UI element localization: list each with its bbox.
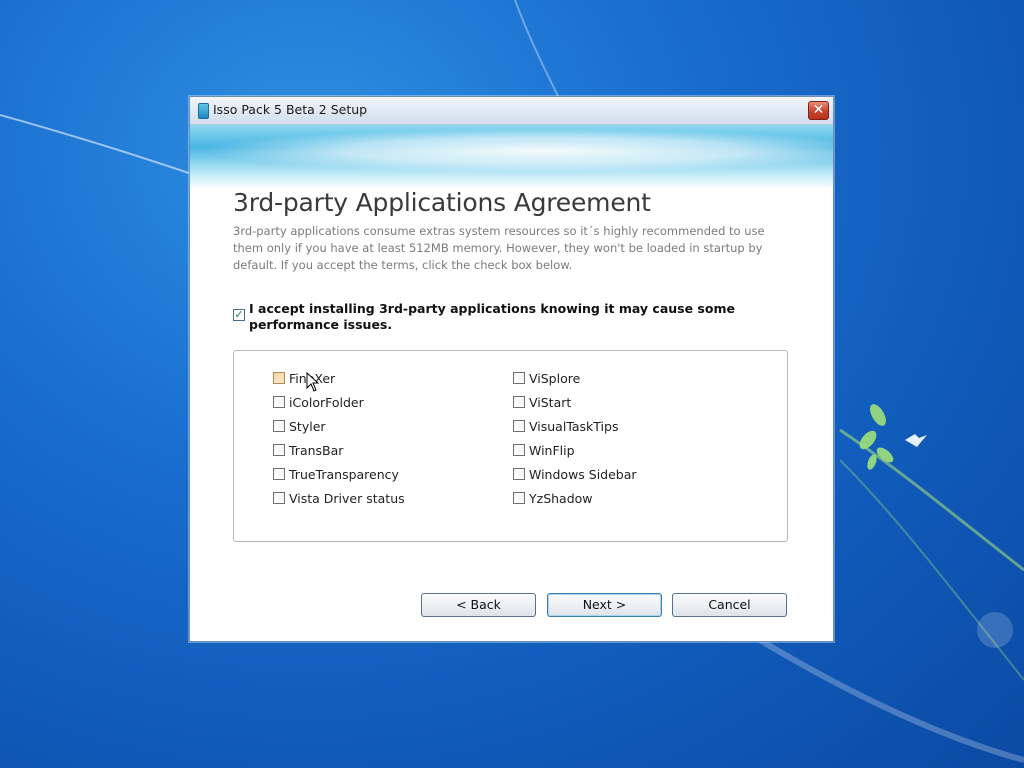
page-title: 3rd-party Applications Agreement (233, 188, 651, 217)
app-label[interactable]: Windows Sidebar (529, 466, 637, 484)
app-label[interactable]: iColorFolder (289, 394, 364, 412)
app-checkbox[interactable] (273, 372, 285, 384)
page-description: 3rd-party applications consume extras sy… (233, 224, 765, 272)
app-checkbox[interactable] (513, 492, 525, 504)
accept-terms-label[interactable]: I accept installing 3rd-party applicatio… (249, 301, 799, 333)
title-bar[interactable]: Isso Pack 5 Beta 2 Setup ✕ (190, 97, 833, 125)
accept-terms-checkbox[interactable]: ✓ (233, 309, 245, 321)
app-checkbox[interactable] (273, 420, 285, 432)
cancel-button[interactable]: Cancel (672, 593, 787, 617)
app-label[interactable]: TransBar (289, 442, 343, 460)
app-label[interactable]: TrueTransparency (289, 466, 399, 484)
window-title: Isso Pack 5 Beta 2 Setup (213, 102, 368, 117)
app-checkbox[interactable] (273, 492, 285, 504)
app-checkbox[interactable] (513, 372, 525, 384)
close-icon: ✕ (812, 102, 825, 118)
leaf-decoration (859, 404, 894, 470)
app-checkbox[interactable] (513, 468, 525, 480)
app-label[interactable]: Styler (289, 418, 326, 436)
app-label[interactable]: WinFlip (529, 442, 575, 460)
app-label[interactable]: Vista Driver status (289, 490, 405, 508)
app-checkbox[interactable] (513, 396, 525, 408)
setup-dialog: Isso Pack 5 Beta 2 Setup ✕ 3rd-party App… (189, 96, 834, 642)
setup-app-icon (198, 103, 209, 119)
close-button[interactable]: ✕ (808, 101, 829, 120)
app-checkbox[interactable] (513, 444, 525, 456)
app-label[interactable]: YzShadow (529, 490, 593, 508)
app-checkbox[interactable] (273, 444, 285, 456)
next-button[interactable]: Next > (547, 593, 662, 617)
mouse-pointer-icon (306, 372, 320, 392)
app-checkbox[interactable] (513, 420, 525, 432)
app-label[interactable]: VisualTaskTips (529, 418, 618, 436)
bird-decoration (905, 434, 927, 447)
header-banner (190, 125, 833, 189)
back-button[interactable]: < Back (421, 593, 536, 617)
app-label[interactable]: ViStart (529, 394, 571, 412)
app-checkbox[interactable] (273, 396, 285, 408)
app-label[interactable]: ViSplore (529, 370, 580, 388)
app-checkbox[interactable] (273, 468, 285, 480)
